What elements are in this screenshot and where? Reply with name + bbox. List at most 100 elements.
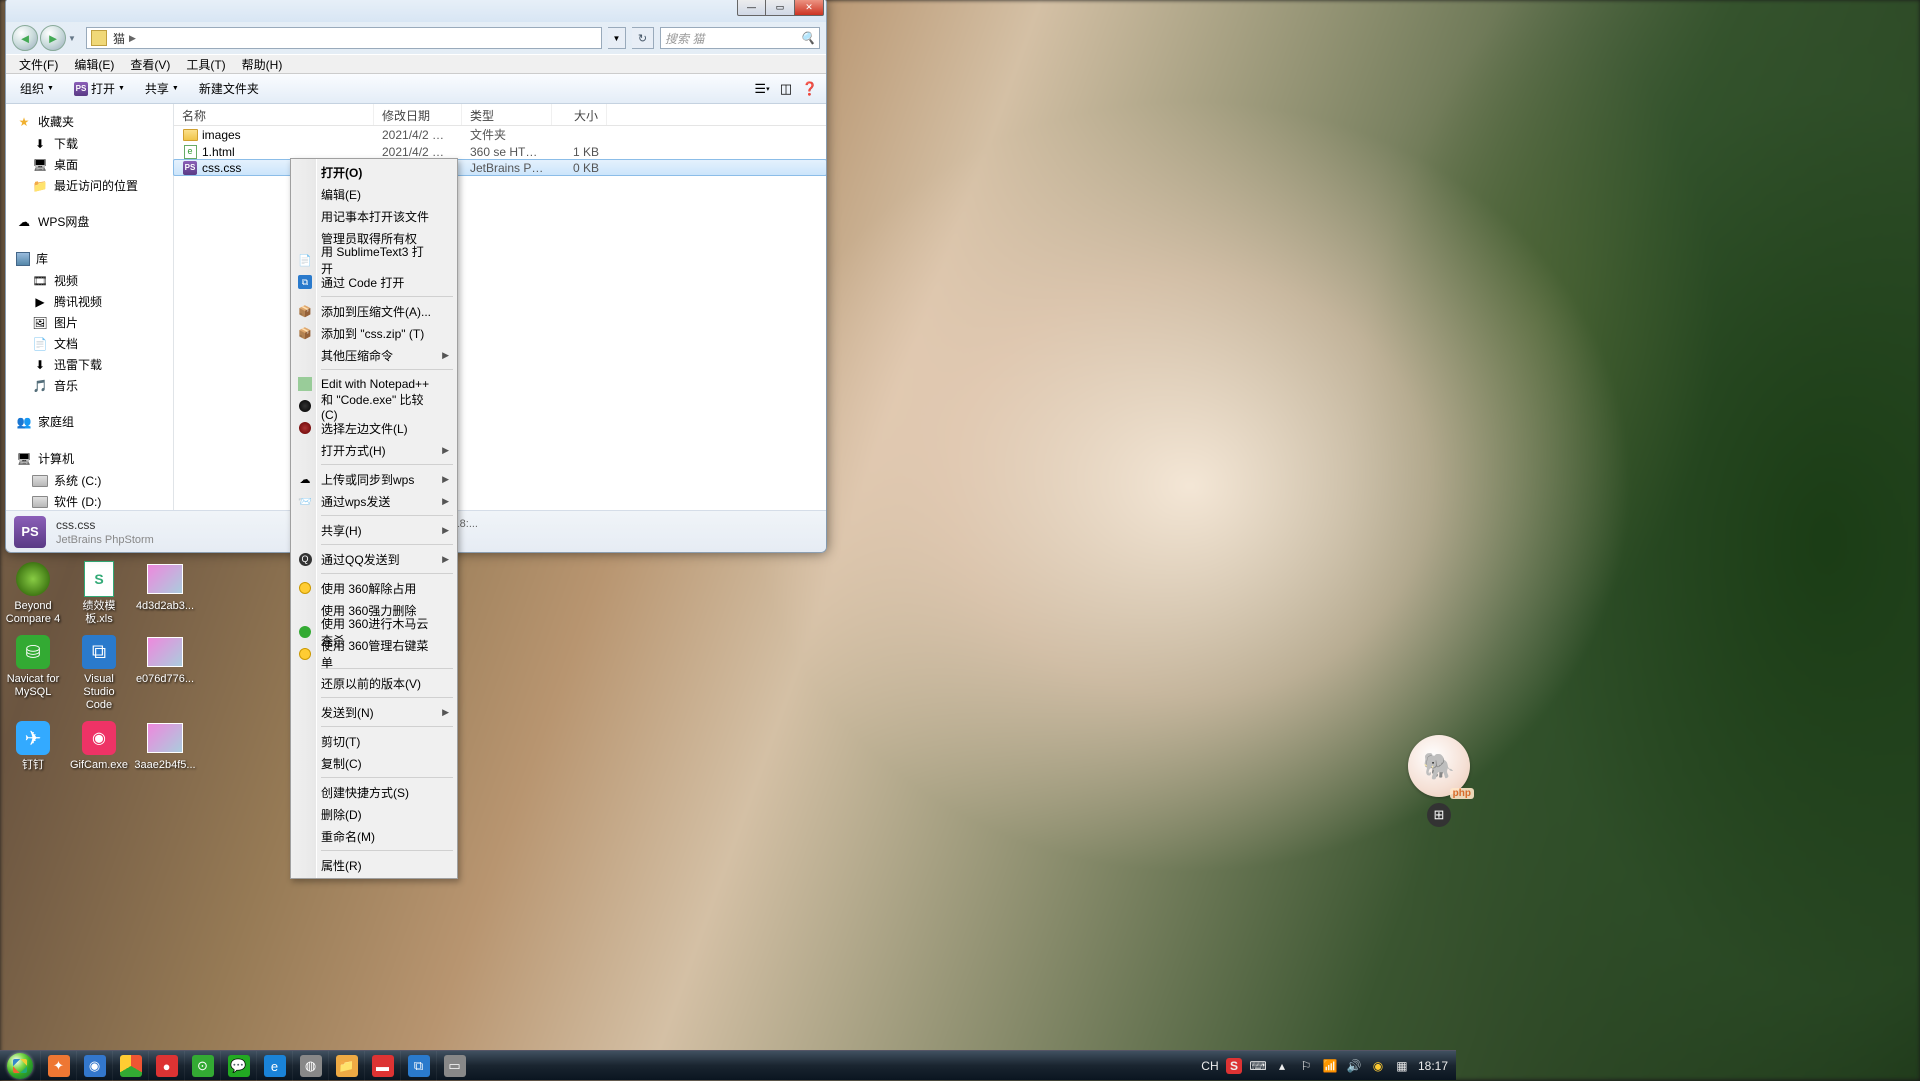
- open-button[interactable]: PS打开▼: [66, 77, 133, 100]
- context-menu-item[interactable]: 选择左边文件(L): [293, 417, 455, 439]
- taskbar-item[interactable]: e: [256, 1051, 292, 1081]
- menu-view[interactable]: 查看(V): [122, 54, 178, 75]
- tray-keyboard-icon[interactable]: ⌨: [1250, 1058, 1266, 1074]
- sidebar-homegroup[interactable]: 👥家庭组: [6, 410, 173, 433]
- taskbar-item[interactable]: ▭: [436, 1051, 472, 1081]
- context-menu-item[interactable]: 编辑(E): [293, 183, 455, 205]
- menu-tools[interactable]: 工具(T): [178, 54, 233, 75]
- minimize-button[interactable]: —: [737, 0, 766, 16]
- context-menu-item[interactable]: 重命名(M): [293, 825, 455, 847]
- sidebar-xunlei[interactable]: ⬇迅雷下载: [6, 354, 173, 375]
- taskbar-item[interactable]: ⊙: [184, 1051, 220, 1081]
- context-menu-item[interactable]: ⧉通过 Code 打开: [293, 271, 455, 293]
- context-menu-item[interactable]: 删除(D): [293, 803, 455, 825]
- context-menu-item[interactable]: 和 "Code.exe" 比较(C): [293, 395, 455, 417]
- context-menu-item[interactable]: 创建快捷方式(S): [293, 781, 455, 803]
- breadcrumb-folder[interactable]: 猫: [111, 30, 127, 47]
- desktop-icon[interactable]: e076d776...: [136, 633, 194, 711]
- context-menu-item[interactable]: 打开方式(H)▶: [293, 439, 455, 461]
- tray-app-icon[interactable]: ▦: [1394, 1058, 1410, 1074]
- tray-network-icon[interactable]: 📶: [1322, 1058, 1338, 1074]
- column-size[interactable]: 大小: [552, 104, 607, 125]
- organize-button[interactable]: 组织▼: [12, 77, 62, 100]
- address-bar[interactable]: 猫 ▶: [86, 27, 602, 49]
- sidebar-libraries[interactable]: 库: [6, 247, 173, 270]
- address-dropdown[interactable]: ▼: [608, 27, 626, 49]
- desktop-icon[interactable]: 4d3d2ab3...: [136, 560, 194, 625]
- tray-volume-icon[interactable]: 🔊: [1346, 1058, 1362, 1074]
- taskbar-item[interactable]: ●: [148, 1051, 184, 1081]
- desktop-icon[interactable]: ⧉Visual Studio Code: [70, 633, 128, 711]
- sidebar-tencent[interactable]: ▶腾讯视频: [6, 291, 173, 312]
- new-folder-button[interactable]: 新建文件夹: [191, 77, 267, 100]
- search-input[interactable]: 搜索 猫 🔍: [660, 27, 820, 49]
- context-menu-item[interactable]: 用记事本打开该文件: [293, 205, 455, 227]
- help-button[interactable]: ❓: [800, 79, 820, 99]
- sidebar-pictures[interactable]: 🖼图片: [6, 312, 173, 333]
- context-menu-item[interactable]: 剪切(T): [293, 730, 455, 752]
- share-button[interactable]: 共享▼: [137, 77, 187, 100]
- sidebar-music[interactable]: 🎵音乐: [6, 375, 173, 396]
- taskbar-item[interactable]: ⧉: [400, 1051, 436, 1081]
- sidebar-documents[interactable]: 📄文档: [6, 333, 173, 354]
- context-menu-item[interactable]: 复制(C): [293, 752, 455, 774]
- desktop-icon[interactable]: S绩效模板.xls: [70, 560, 128, 625]
- context-menu-item[interactable]: 📦添加到 "css.zip" (T): [293, 322, 455, 344]
- taskbar-item[interactable]: ✦: [40, 1051, 76, 1081]
- sidebar-drive-d[interactable]: 软件 (D:): [6, 491, 173, 510]
- context-menu-item[interactable]: 📨通过wps发送▶: [293, 490, 455, 512]
- taskbar-item[interactable]: 📁: [328, 1051, 364, 1081]
- sidebar-downloads[interactable]: ⬇下载: [6, 133, 173, 154]
- column-name[interactable]: 名称: [174, 104, 374, 125]
- tray-flag-icon[interactable]: ⚐: [1298, 1058, 1314, 1074]
- file-row[interactable]: e1.html2021/4/2 星期五 ...360 se HTML Do...…: [174, 143, 826, 160]
- context-menu-item[interactable]: 还原以前的版本(V): [293, 672, 455, 694]
- context-menu-item[interactable]: 打开(O): [293, 161, 455, 183]
- sidebar-videos[interactable]: 🎞视频: [6, 270, 173, 291]
- close-button[interactable]: ✕: [795, 0, 824, 16]
- taskbar-item[interactable]: ▬: [364, 1051, 400, 1081]
- taskbar-item[interactable]: [112, 1051, 148, 1081]
- preview-pane-button[interactable]: ◫: [776, 79, 796, 99]
- context-menu-item[interactable]: 📦添加到压缩文件(A)...: [293, 300, 455, 322]
- taskbar-item[interactable]: 💬: [220, 1051, 256, 1081]
- desktop-icon[interactable]: ⛁Navicat for MySQL: [4, 633, 62, 711]
- context-menu-item[interactable]: 使用 360解除占用: [293, 577, 455, 599]
- context-menu-item[interactable]: Q通过QQ发送到▶: [293, 548, 455, 570]
- context-menu-item[interactable]: 属性(R): [293, 854, 455, 876]
- tray-360-icon[interactable]: ◉: [1370, 1058, 1386, 1074]
- taskbar-item[interactable]: ◉: [76, 1051, 112, 1081]
- tray-up-icon[interactable]: ▴: [1274, 1058, 1290, 1074]
- context-menu-item[interactable]: 使用 360管理右键菜单: [293, 643, 455, 665]
- taskbar-item[interactable]: ◍: [292, 1051, 328, 1081]
- desktop-icon[interactable]: ✈钉钉: [4, 719, 62, 772]
- sidebar-desktop[interactable]: 🖥桌面: [6, 154, 173, 175]
- column-type[interactable]: 类型: [462, 104, 552, 125]
- desktop-icon[interactable]: Beyond Compare 4: [4, 560, 62, 625]
- sidebar-computer[interactable]: 🖥计算机: [6, 447, 173, 470]
- qr-button[interactable]: ⊞: [1427, 803, 1451, 827]
- context-menu-item[interactable]: 发送到(N)▶: [293, 701, 455, 723]
- title-bar[interactable]: — ▭ ✕: [6, 0, 826, 22]
- file-row[interactable]: images2021/4/2 星期五 ...文件夹: [174, 126, 826, 143]
- menu-file[interactable]: 文件(F): [11, 54, 66, 75]
- nav-history-dropdown[interactable]: ▼: [68, 34, 80, 43]
- context-menu-item[interactable]: 共享(H)▶: [293, 519, 455, 541]
- tray-sogou-icon[interactable]: S: [1226, 1058, 1242, 1074]
- file-row[interactable]: PScss.css2021/4/22 星期...JetBrains PhpSto…: [173, 159, 827, 176]
- maximize-button[interactable]: ▭: [766, 0, 795, 16]
- context-menu-item[interactable]: ☁上传或同步到wps▶: [293, 468, 455, 490]
- column-date[interactable]: 修改日期: [374, 104, 462, 125]
- desktop-icon[interactable]: 3aae2b4f5...: [136, 719, 194, 772]
- tray-clock[interactable]: 18:17: [1418, 1059, 1448, 1073]
- desktop-icon[interactable]: ◉GifCam.exe: [70, 719, 128, 772]
- view-mode-button[interactable]: ☰▾: [752, 79, 772, 99]
- menu-help[interactable]: 帮助(H): [234, 54, 291, 75]
- sidebar-favorites[interactable]: ★收藏夹: [6, 110, 173, 133]
- forward-button[interactable]: ►: [40, 25, 66, 51]
- start-button[interactable]: [0, 1051, 40, 1081]
- tray-ime[interactable]: CH: [1202, 1058, 1218, 1074]
- sidebar-wps[interactable]: ☁WPS网盘: [6, 210, 173, 233]
- sidebar-drive-c[interactable]: 系统 (C:): [6, 470, 173, 491]
- refresh-button[interactable]: ↻: [632, 27, 654, 49]
